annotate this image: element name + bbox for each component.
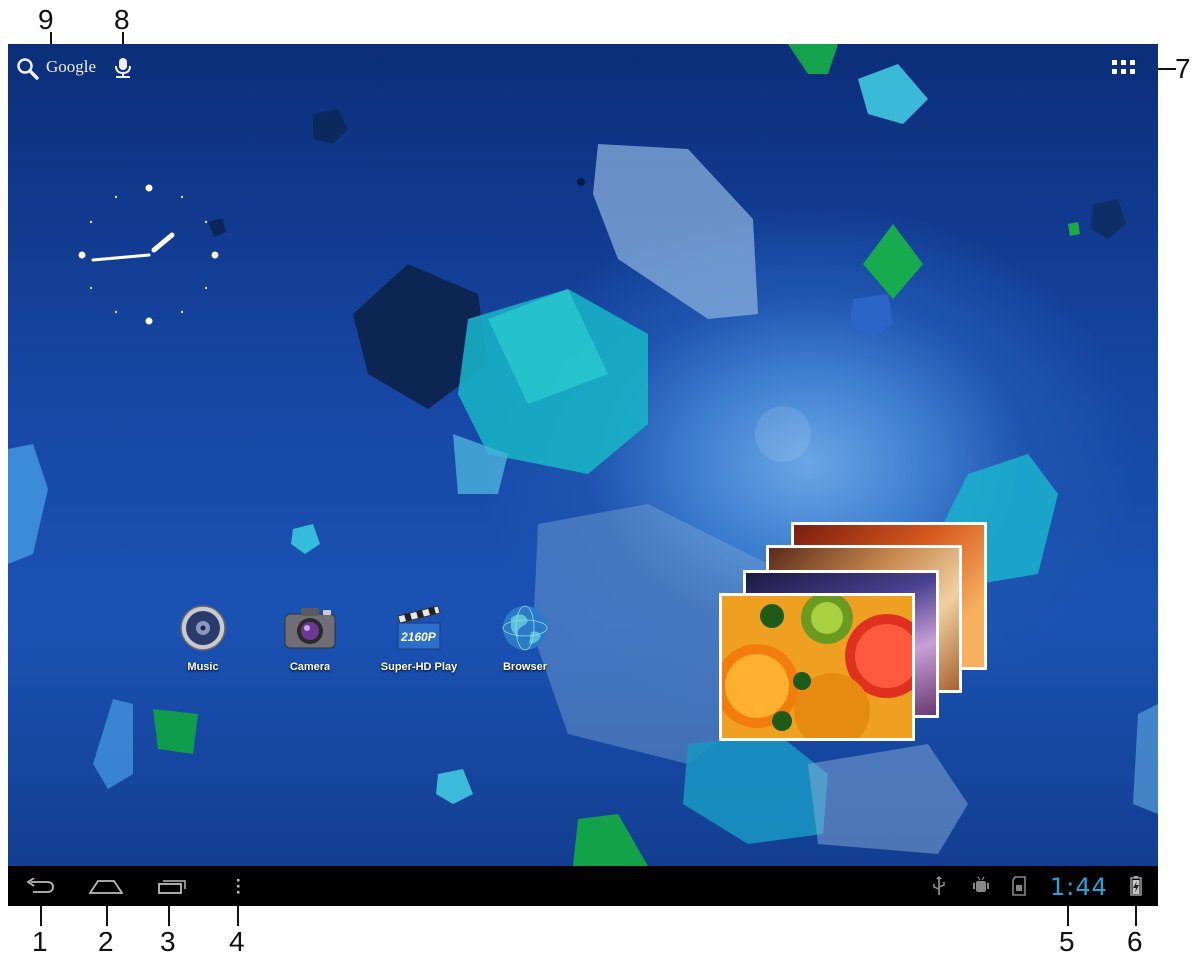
callout-2: 2	[98, 926, 114, 957]
photo-front	[719, 593, 915, 741]
callout-1: 1	[32, 926, 48, 957]
app-drawer-icon[interactable]	[1112, 60, 1136, 78]
battery-charging-icon	[1130, 876, 1142, 896]
callout-4-line	[237, 906, 239, 926]
voice-search-icon[interactable]	[112, 56, 134, 80]
app-label-camera: Camera	[289, 661, 331, 673]
callout-3: 3	[160, 926, 176, 957]
app-label-music: Music	[187, 661, 219, 673]
resolution-badge: 2160P	[401, 630, 436, 644]
status-clock[interactable]: 1:44	[1050, 873, 1108, 901]
globe-icon	[502, 605, 548, 651]
recent-apps-icon	[158, 880, 186, 894]
menu-button[interactable]	[226, 866, 250, 906]
callout-8: 8	[114, 4, 130, 35]
callout-9: 9	[38, 4, 54, 35]
clapperboard-icon	[397, 605, 441, 650]
callout-7: 7	[1175, 53, 1191, 84]
wallpaper-crystals	[8, 44, 1158, 866]
app-browser[interactable]: Browser	[480, 604, 570, 673]
back-icon	[26, 878, 54, 893]
home-screen	[8, 44, 1158, 866]
usb-debugging-icon	[973, 876, 989, 892]
recent-apps-button[interactable]	[152, 866, 192, 906]
photo-gallery-widget[interactable]	[716, 520, 987, 741]
app-music[interactable]: Music	[158, 604, 248, 673]
callout-6: 6	[1127, 926, 1143, 957]
home-button[interactable]	[86, 866, 126, 906]
app-label-super-hd-play: Super-HD Play	[380, 661, 458, 673]
app-label-browser: Browser	[502, 661, 548, 673]
analog-clock-widget[interactable]	[74, 180, 224, 330]
camera-icon	[284, 608, 336, 649]
callout-3-line	[168, 906, 170, 926]
back-button[interactable]	[20, 866, 60, 906]
callout-2-line	[106, 906, 108, 926]
app-camera[interactable]: Camera	[265, 604, 355, 673]
home-icon	[89, 880, 123, 894]
usb-icon	[933, 876, 945, 895]
overflow-menu-icon	[237, 879, 240, 894]
google-search-label: Google	[46, 57, 97, 76]
callout-4: 4	[229, 926, 245, 957]
callout-5: 5	[1059, 926, 1075, 957]
callout-5-line	[1067, 906, 1069, 926]
callout-1-line	[40, 906, 42, 926]
sd-card-icon	[1012, 876, 1026, 896]
speaker-icon	[180, 605, 226, 651]
app-super-hd-play[interactable]: 2160P Super-HD Play	[374, 604, 464, 673]
callout-6-line	[1135, 906, 1137, 926]
system-bar	[8, 866, 1158, 906]
search-icon	[17, 58, 39, 80]
